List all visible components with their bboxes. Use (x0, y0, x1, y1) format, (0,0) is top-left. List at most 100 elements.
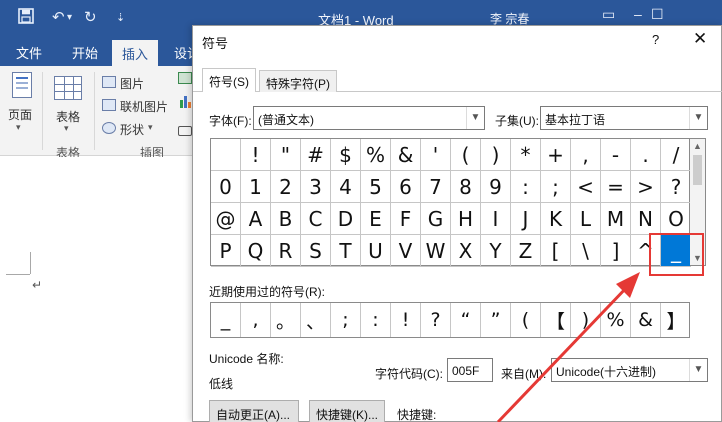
symbol-cell[interactable]: B (271, 203, 301, 235)
symbol-cell[interactable]: ' (421, 139, 451, 171)
symbol-cell[interactable]: H (451, 203, 481, 235)
recent-symbol-cell[interactable]: & (631, 303, 661, 337)
symbol-cell[interactable]: + (541, 139, 571, 171)
tab-special-characters[interactable]: 特殊字符(P) (259, 70, 337, 92)
symbol-cell[interactable]: 3 (301, 171, 331, 203)
symbol-cell[interactable]: - (601, 139, 631, 171)
customize-qat-icon[interactable]: ⇣ (116, 11, 125, 24)
tab-symbols[interactable]: 符号(S) (202, 68, 256, 92)
symbol-cell[interactable]: S (301, 235, 331, 267)
maximize-icon[interactable]: ☐ (651, 6, 664, 23)
recent-symbol-cell[interactable]: ( (511, 303, 541, 337)
symbol-cell[interactable]: 7 (421, 171, 451, 203)
chart-icon[interactable] (180, 94, 192, 108)
symbol-cell[interactable]: ( (451, 139, 481, 171)
shapes-icon[interactable] (102, 122, 116, 134)
shapes-button[interactable]: 形状 (120, 121, 144, 138)
symbol-cell[interactable]: 9 (481, 171, 511, 203)
recent-symbol-cell[interactable]: 】 (661, 303, 691, 337)
recent-symbol-cell[interactable]: “ (451, 303, 481, 337)
symbol-cell[interactable]: 4 (331, 171, 361, 203)
symbol-cell[interactable]: * (511, 139, 541, 171)
pages-dropdown-icon[interactable]: ▾ (16, 122, 21, 133)
symbol-cell[interactable]: O (661, 203, 691, 235)
chevron-down-icon[interactable]: ▼ (466, 107, 484, 129)
recent-symbol-cell[interactable]: 。 (271, 303, 301, 337)
chevron-down-icon[interactable]: ▼ (689, 107, 707, 129)
shortcut-key-button[interactable]: 快捷键(K)... (309, 400, 385, 422)
recent-symbol-cell[interactable]: _ (211, 303, 241, 337)
symbol-cell[interactable]: J (511, 203, 541, 235)
symbol-cell[interactable]: : (511, 171, 541, 203)
picture-icon[interactable] (102, 76, 116, 88)
table-dropdown-icon[interactable]: ▾ (64, 123, 69, 134)
page-icon[interactable] (12, 72, 32, 98)
symbol-cell[interactable]: V (391, 235, 421, 267)
symbol-cell[interactable]: 2 (271, 171, 301, 203)
undo-icon[interactable]: ↶ (52, 8, 65, 26)
symbol-cell[interactable]: W (421, 235, 451, 267)
symbol-cell[interactable]: 6 (391, 171, 421, 203)
save-icon[interactable] (18, 8, 34, 28)
symbol-cell[interactable]: C (301, 203, 331, 235)
symbol-cell[interactable]: N (631, 203, 661, 235)
pages-button-label[interactable]: 页面 (8, 106, 32, 123)
symbol-cell[interactable]: $ (331, 139, 361, 171)
symbol-cell[interactable]: ; (541, 171, 571, 203)
symbol-cell[interactable]: 5 (361, 171, 391, 203)
symbol-cell[interactable]: & (391, 139, 421, 171)
symbol-cell[interactable]: ! (241, 139, 271, 171)
picture-button[interactable]: 图片 (120, 75, 144, 92)
symbol-cell[interactable]: I (481, 203, 511, 235)
tab-file[interactable]: 文件 (16, 43, 42, 62)
recent-symbol-cell[interactable]: ; (331, 303, 361, 337)
symbol-cell[interactable]: ) (481, 139, 511, 171)
symbol-cell[interactable]: G (421, 203, 451, 235)
recent-symbol-cell[interactable]: ) (571, 303, 601, 337)
scrollbar-thumb[interactable] (693, 155, 702, 185)
undo-dropdown-icon[interactable]: ▾ (67, 12, 72, 23)
help-icon[interactable]: ? (652, 32, 659, 47)
symbol-cell[interactable]: < (571, 171, 601, 203)
chevron-down-icon[interactable]: ▼ (689, 359, 707, 381)
recent-symbol-cell[interactable]: ! (391, 303, 421, 337)
symbol-cell[interactable]: Y (481, 235, 511, 267)
symbol-cell[interactable]: Z (511, 235, 541, 267)
char-code-input[interactable]: 005F (447, 358, 493, 382)
close-icon[interactable]: ✕ (693, 29, 707, 49)
symbol-cell[interactable]: , (571, 139, 601, 171)
symbol-cell[interactable]: . (631, 139, 661, 171)
symbol-cell[interactable]: # (301, 139, 331, 171)
subset-select[interactable]: 基本拉丁语 ▼ (540, 106, 708, 130)
symbol-cell[interactable]: X (451, 235, 481, 267)
symbol-cell[interactable]: / (661, 139, 691, 171)
ribbon-display-icon[interactable]: ▭ (602, 6, 615, 23)
recent-symbol-cell[interactable]: , (241, 303, 271, 337)
symbol-cell[interactable] (211, 139, 241, 171)
symbol-cell[interactable]: \ (571, 235, 601, 267)
symbol-cell[interactable]: K (541, 203, 571, 235)
document-area[interactable] (0, 157, 200, 422)
symbol-cell[interactable]: 1 (241, 171, 271, 203)
from-select[interactable]: Unicode(十六进制) ▼ (551, 358, 708, 382)
recent-symbol-cell[interactable]: : (361, 303, 391, 337)
screenshot-icon[interactable] (178, 126, 192, 136)
symbol-cell[interactable]: @ (211, 203, 241, 235)
symbol-cell[interactable]: L (571, 203, 601, 235)
online-picture-icon[interactable] (102, 99, 116, 111)
symbol-cell[interactable]: [ (541, 235, 571, 267)
symbol-cell[interactable]: 8 (451, 171, 481, 203)
font-select[interactable]: (普通文本) ▼ (253, 106, 485, 130)
tab-insert[interactable]: 插入 (112, 40, 159, 66)
symbol-cell[interactable]: T (331, 235, 361, 267)
symbol-cell[interactable]: R (271, 235, 301, 267)
tab-home[interactable]: 开始 (72, 43, 98, 62)
symbol-cell[interactable]: ? (661, 171, 691, 203)
symbol-cell[interactable]: E (361, 203, 391, 235)
symbol-cell[interactable]: F (391, 203, 421, 235)
symbol-cell[interactable]: Q (241, 235, 271, 267)
recent-symbol-cell[interactable]: ” (481, 303, 511, 337)
symbol-cell[interactable]: ] (601, 235, 631, 267)
redo-icon[interactable]: ↻ (84, 8, 97, 26)
shapes-dropdown-icon[interactable]: ▾ (148, 122, 153, 133)
